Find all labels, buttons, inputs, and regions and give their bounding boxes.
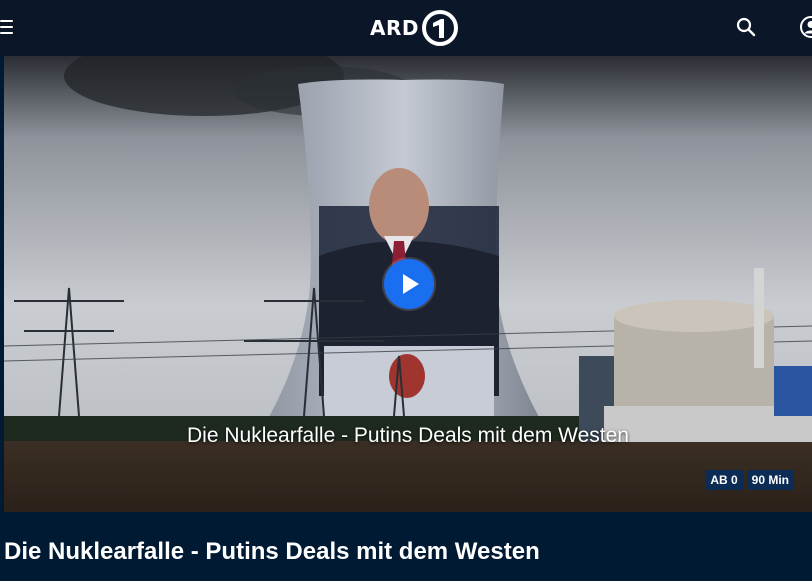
ard-logo[interactable]: ARD (370, 9, 459, 47)
play-button[interactable] (384, 259, 434, 309)
logo-text: ARD (370, 16, 419, 40)
menu-icon[interactable] (0, 17, 16, 37)
play-icon (403, 274, 419, 294)
ard-one-icon (421, 10, 458, 46)
search-icon[interactable] (735, 16, 757, 38)
page-title: Die Nuklearfalle - Putins Deals mit dem … (4, 538, 540, 565)
hero-teaser[interactable]: Die Nuklearfalle - Putins Deals mit dem … (4, 56, 812, 512)
hero-badges: AB 0 90 Min (705, 470, 794, 490)
account-icon[interactable] (798, 14, 812, 40)
top-navigation-bar: ARD (0, 0, 812, 56)
duration-badge: 90 Min (746, 470, 794, 490)
age-rating-badge: AB 0 (705, 470, 743, 490)
hero-caption: Die Nuklearfalle - Putins Deals mit dem … (187, 424, 629, 447)
